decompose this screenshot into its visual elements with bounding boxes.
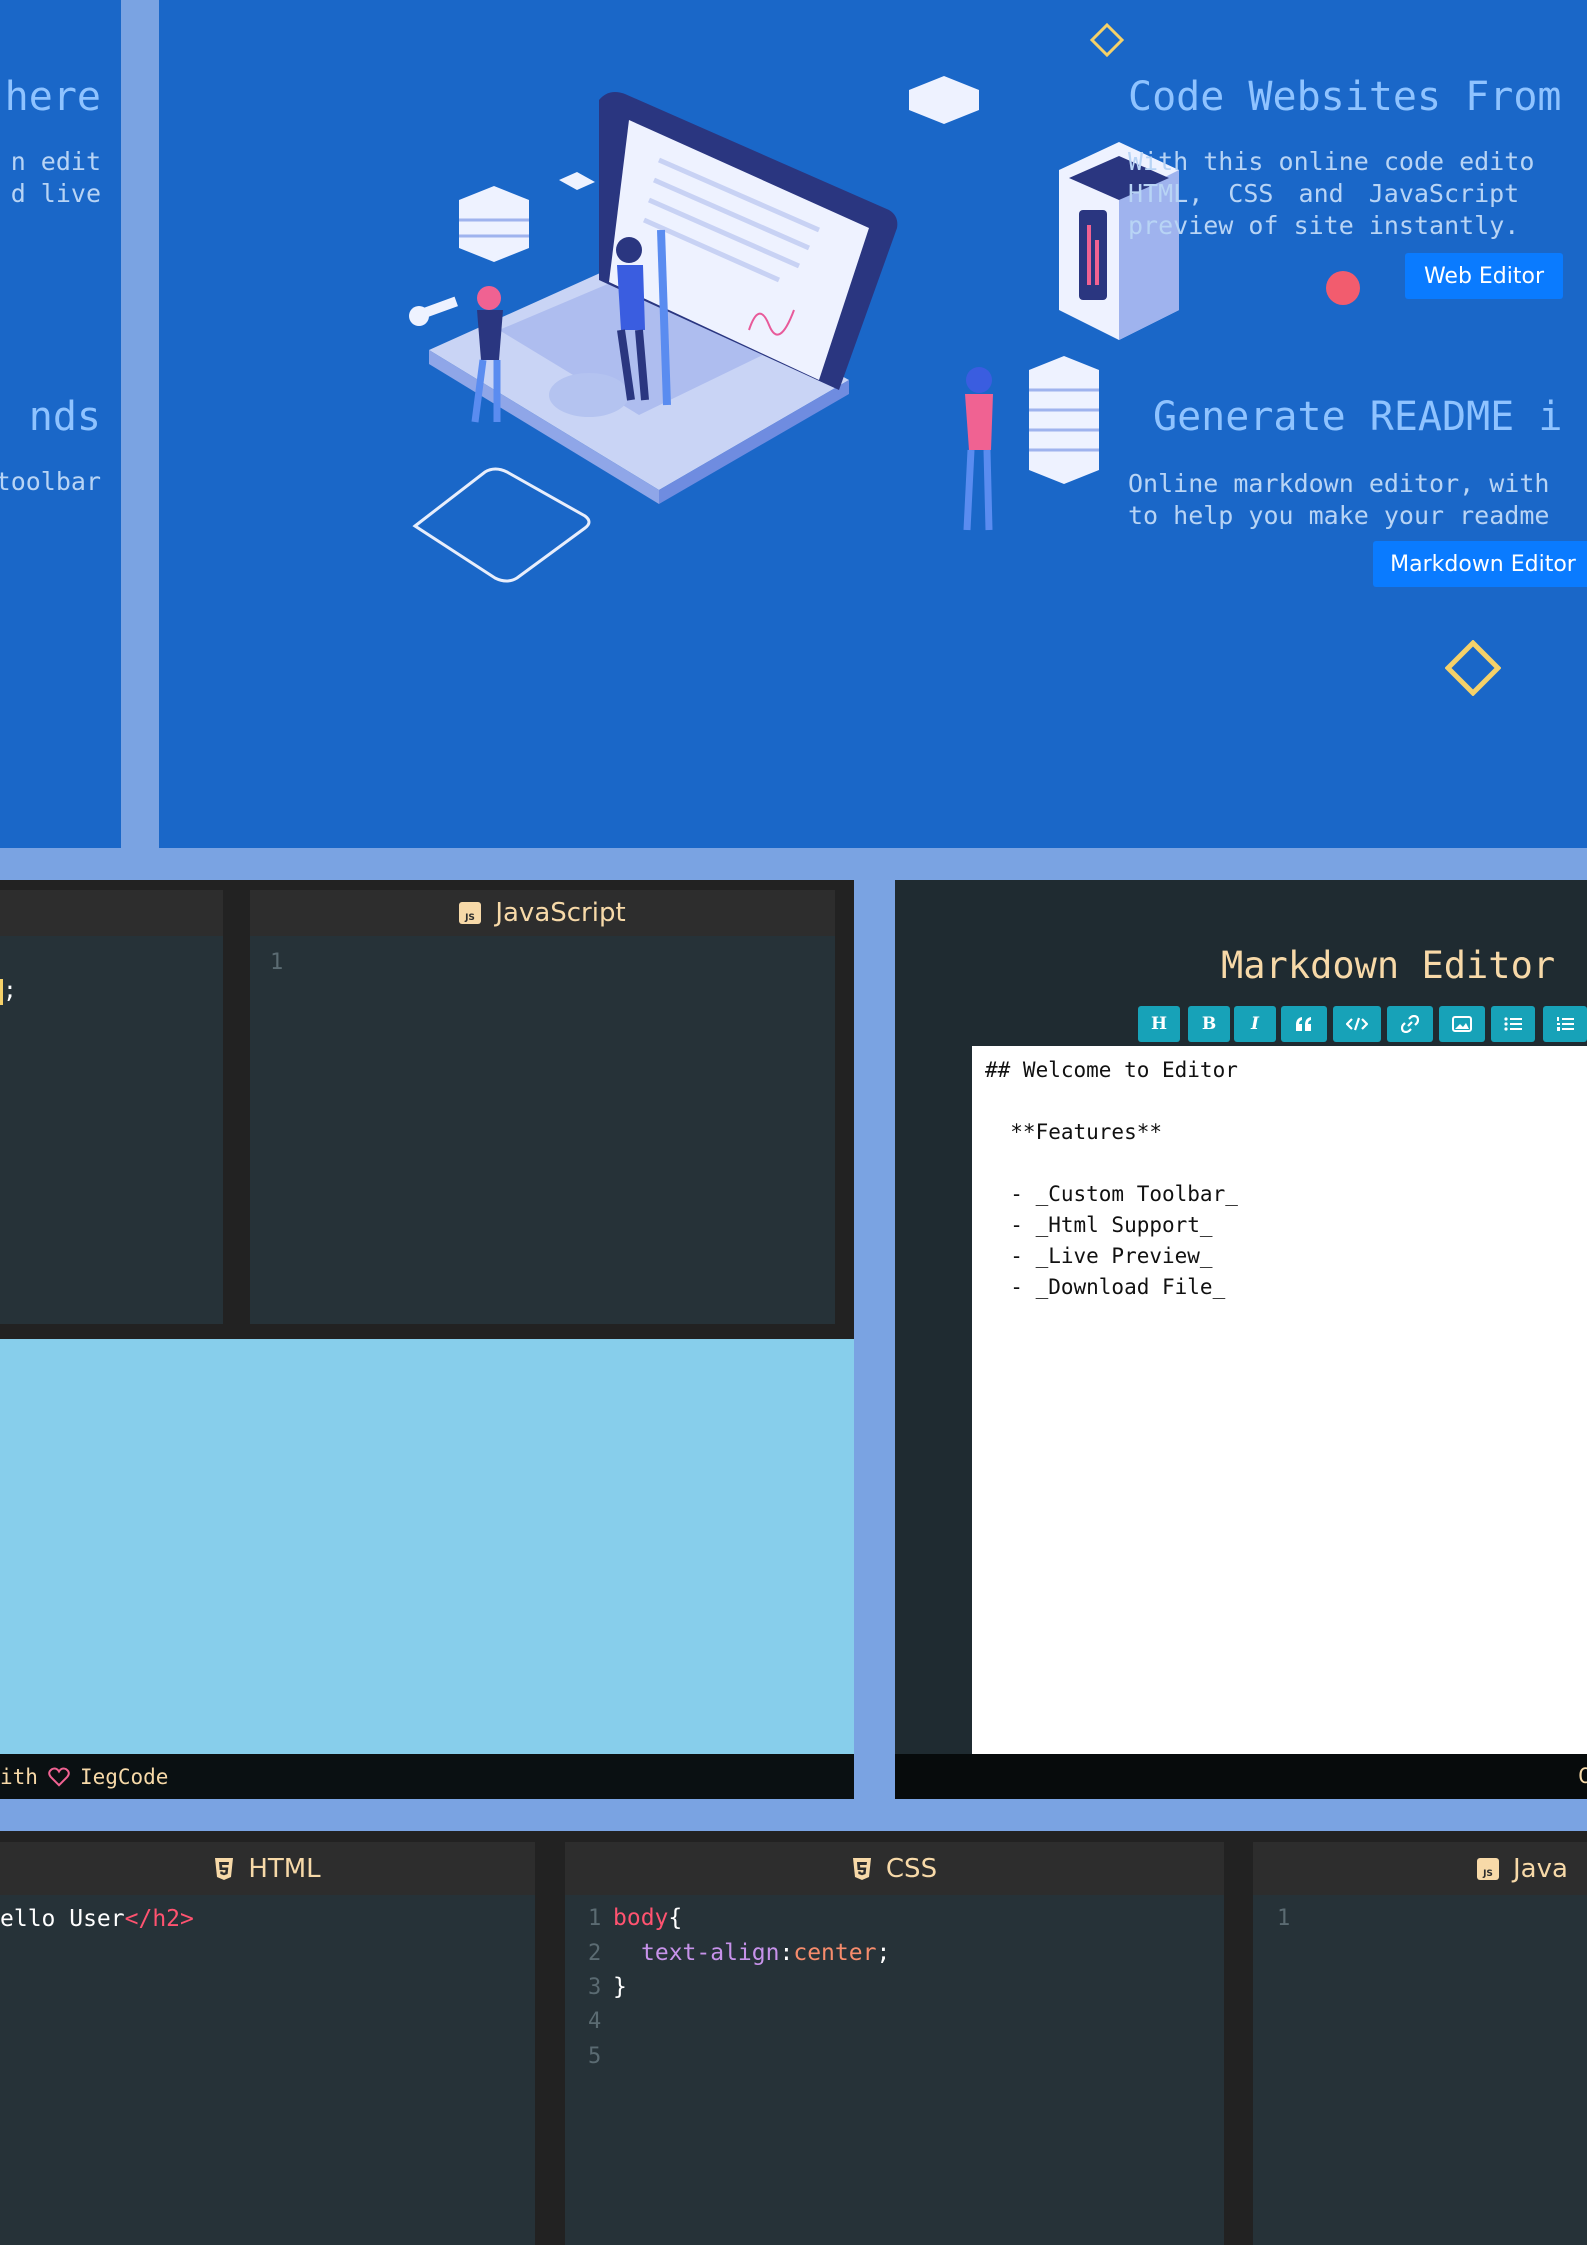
image-icon	[1452, 1016, 1472, 1032]
js-editor-area[interactable]: 1	[1253, 1895, 1587, 2245]
markdown-line: - _Live Preview_	[985, 1244, 1213, 1268]
svg-text:JS: JS	[464, 913, 475, 923]
footer-author-link[interactable]: IegCode	[80, 1765, 169, 1789]
hero-left-title-2: nds	[28, 394, 101, 440]
markdown-line: ## Welcome to Editor	[985, 1058, 1238, 1082]
markdown-editor-button[interactable]: Markdown Editor	[1373, 541, 1587, 587]
web-editor-footer: ith IegCode	[0, 1754, 854, 1799]
list-ol-icon	[1557, 1017, 1574, 1031]
heading-button[interactable]: H	[1138, 1006, 1180, 1042]
footer-made-with-text: ith	[0, 1764, 38, 1789]
css-brace-close: }	[613, 1974, 627, 2000]
css-editor-area[interactable]: 1 2 3 4 5 body{ text-align:center; }	[565, 1895, 1224, 2245]
line-number: 4	[588, 2009, 602, 2034]
css-panel-header: CSS	[565, 1842, 1224, 1895]
laptop-illustration	[409, 76, 1179, 583]
markdown-line: - _Html Support_	[985, 1213, 1213, 1237]
js-panel-title: Java	[1513, 1853, 1568, 1884]
hero-left-text-1a: n edit	[10, 147, 101, 176]
hero-section1-title: Code Websites From	[1128, 74, 1562, 120]
html-panel-header: HTML	[0, 1842, 535, 1895]
unordered-list-button[interactable]	[1491, 1006, 1535, 1042]
hero-left-panel: here n edit d live nds toolbar	[0, 0, 121, 848]
js-panel-header: JS JavaScript	[250, 890, 835, 936]
html-code-line: ello User</h2>	[0, 1906, 194, 1932]
hero-main-panel: Code Websites From With this online code…	[159, 0, 1587, 848]
bold-button[interactable]: B	[1188, 1006, 1230, 1042]
line-number: 3	[588, 1975, 602, 2000]
code-icon	[1346, 1017, 1368, 1031]
code-button[interactable]	[1333, 1006, 1381, 1042]
css-code-line: body{	[613, 1905, 682, 1931]
svg-text:JS: JS	[1482, 1869, 1493, 1879]
web-editor-window: ; JS JavaScript 1 ith IegCode	[0, 880, 854, 1799]
css-property: text-align	[641, 1940, 780, 1966]
line-number: 1	[270, 950, 284, 975]
red-dot-decoration	[1326, 271, 1360, 305]
line-number: 1	[588, 1906, 602, 1931]
line-number: 2	[588, 1941, 602, 1966]
css-code-fragment: ;	[0, 978, 17, 1005]
heart-icon	[48, 1767, 70, 1787]
css-code-line: text-align:center;	[641, 1940, 890, 1966]
html-editor-area[interactable]: ello User</h2>	[0, 1895, 535, 2245]
css-panel-header	[0, 890, 223, 936]
js-panel-header: JS Java	[1253, 1842, 1587, 1895]
markdown-line: **Features**	[985, 1120, 1163, 1144]
css-panel-title: CSS	[885, 1853, 938, 1884]
css-code-line: }	[613, 1974, 627, 2000]
italic-button[interactable]: I	[1234, 1006, 1276, 1042]
quote-button[interactable]	[1281, 1006, 1327, 1042]
bottom-editor-window: HTML ello User</h2> CSS 1 2 3 4 5 body{ …	[0, 1831, 1587, 2245]
css-colon: :	[779, 1940, 794, 1966]
css-brace-open: {	[668, 1905, 683, 1931]
js-editor-area[interactable]: 1	[250, 936, 835, 1324]
list-ul-icon	[1504, 1017, 1522, 1031]
hero-left-title-1: here	[4, 74, 101, 120]
hero-left-text-1b: d live	[10, 179, 101, 208]
line-number: 5	[588, 2044, 602, 2069]
html-panel-title: HTML	[248, 1853, 321, 1884]
hero-section2-title: Generate README i	[1153, 394, 1563, 440]
css-semicolon: ;	[3, 978, 17, 1004]
line-number: 1	[1277, 1906, 1291, 1931]
hero-section2-text-line: Online markdown editor, with	[1128, 469, 1550, 498]
image-button[interactable]	[1439, 1006, 1485, 1042]
ordered-list-button[interactable]	[1543, 1006, 1587, 1042]
hero-section1-text-line: With this online code edito	[1128, 147, 1535, 176]
link-button[interactable]	[1387, 1006, 1433, 1042]
css-editor-area[interactable]: ;	[0, 936, 223, 1324]
quote-icon	[1296, 1017, 1311, 1031]
markdown-editor-window: Markdown Editor H B I ## Welcome to Edit…	[895, 880, 1587, 1799]
js-icon: JS	[459, 902, 482, 924]
markdown-line: - _Custom Toolbar_	[985, 1182, 1238, 1206]
html5-icon	[215, 1857, 234, 1880]
hero-section1-text-line: preview of site instantly.	[1128, 211, 1520, 240]
hero-section1-text-line: HTML, CSS and JavaScript	[1128, 179, 1520, 208]
css3-icon	[852, 1857, 871, 1880]
live-preview-pane	[0, 1339, 854, 1754]
footer-fragment: C	[1578, 1764, 1587, 1788]
css-value: center	[793, 1940, 877, 1966]
html-code-tag: </h2>	[124, 1906, 194, 1932]
css-semicolon: ;	[876, 1940, 891, 1966]
js-icon: JS	[1477, 1857, 1499, 1880]
js-panel-title: JavaScript	[495, 898, 626, 928]
diamond-icon	[1445, 640, 1501, 696]
markdown-editor-title: Markdown Editor	[1221, 944, 1556, 987]
css-selector: body	[613, 1905, 669, 1931]
hero-section2-text-line: to help you make your readme	[1128, 501, 1550, 530]
hero-left-text-2: toolbar	[0, 467, 101, 496]
diamond-icon	[1089, 22, 1125, 58]
markdown-textarea[interactable]: ## Welcome to Editor **Features** - _Cus…	[972, 1046, 1587, 1754]
web-editor-button[interactable]: Web Editor	[1405, 253, 1563, 299]
markdown-line: - _Download File_	[985, 1275, 1226, 1299]
html-code-text: ello User	[0, 1906, 125, 1932]
link-icon	[1401, 1015, 1419, 1033]
markdown-editor-footer: C	[895, 1754, 1587, 1799]
